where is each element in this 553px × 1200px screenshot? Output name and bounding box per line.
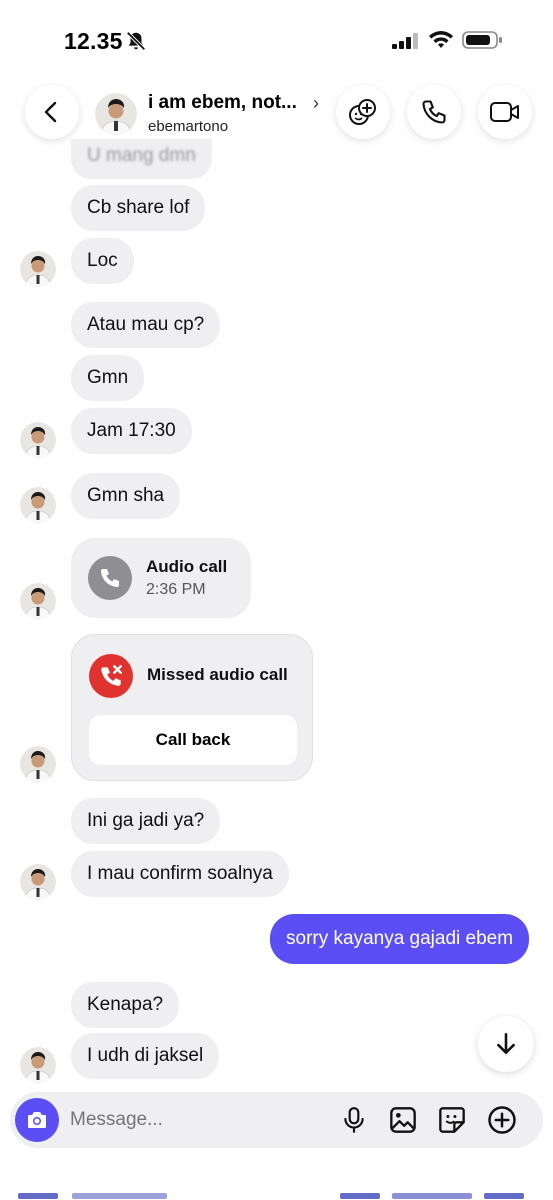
plus-icon bbox=[488, 1106, 516, 1134]
microphone-icon bbox=[344, 1107, 364, 1133]
message-text: Gmn bbox=[87, 367, 129, 388]
call-title: Audio call bbox=[146, 557, 228, 576]
contact-username: ebemartono bbox=[148, 118, 229, 135]
call-time: 2:36 PM bbox=[146, 581, 206, 598]
message-bubble[interactable]: Gmn sha bbox=[71, 473, 181, 519]
message-text: Loc bbox=[87, 250, 118, 271]
back-arrow-icon bbox=[44, 101, 57, 123]
message-bubble[interactable]: Atau mau cp? bbox=[71, 302, 221, 348]
cropped-content-strip bbox=[0, 1188, 553, 1200]
sender-avatar[interactable] bbox=[20, 746, 56, 782]
phone-icon bbox=[422, 100, 446, 124]
message-bubble[interactable]: I mau confirm soalnya bbox=[71, 851, 289, 897]
message-bubble[interactable]: Ini ga jadi ya? bbox=[71, 798, 221, 844]
message-bubble[interactable]: Kenapa? bbox=[71, 982, 180, 1028]
message-bubble[interactable]: Loc bbox=[71, 238, 134, 284]
message-bubble[interactable]: Gmn bbox=[71, 355, 145, 401]
message-text: Ini ga jadi ya? bbox=[87, 810, 205, 831]
chevron-right-icon: › bbox=[313, 93, 319, 113]
missed-call-icon bbox=[89, 654, 133, 698]
camera-icon bbox=[28, 1112, 46, 1128]
message-composer bbox=[10, 1092, 543, 1148]
camera-button[interactable] bbox=[15, 1098, 59, 1142]
message-bubble[interactable]: I udh di jaksel bbox=[71, 1033, 220, 1079]
battery-icon bbox=[462, 30, 504, 55]
sender-avatar[interactable] bbox=[20, 1047, 56, 1083]
wifi-icon bbox=[428, 30, 454, 55]
arrow-down-icon bbox=[497, 1032, 515, 1054]
back-button[interactable] bbox=[25, 85, 79, 139]
message-bubble[interactable]: U mang dmn bbox=[71, 139, 212, 179]
video-call-button[interactable] bbox=[478, 85, 532, 139]
message-text: I udh di jaksel bbox=[87, 1045, 204, 1066]
call-back-button[interactable]: Call back bbox=[89, 715, 297, 765]
sender-avatar[interactable] bbox=[20, 487, 56, 523]
sent-message-bubble[interactable]: sorry kayanya gajadi ebem bbox=[270, 914, 530, 964]
message-bubble[interactable]: Cb share lof bbox=[71, 185, 206, 231]
scroll-to-bottom-button[interactable] bbox=[478, 1016, 534, 1072]
message-text: sorry kayanya gajadi ebem bbox=[286, 928, 514, 949]
video-camera-icon bbox=[490, 102, 519, 122]
message-text: Gmn sha bbox=[87, 485, 165, 506]
signal-icon bbox=[392, 33, 420, 54]
message-text: Cb share lof bbox=[87, 197, 190, 218]
message-text: Jam 17:30 bbox=[87, 420, 176, 441]
sender-avatar[interactable] bbox=[20, 422, 56, 458]
sender-avatar[interactable] bbox=[20, 864, 56, 900]
message-text: Kenapa? bbox=[87, 994, 164, 1015]
effects-button[interactable] bbox=[336, 85, 390, 139]
audio-call-card[interactable]: Audio call 2:36 PM bbox=[71, 538, 251, 618]
audio-call-button[interactable] bbox=[407, 85, 461, 139]
message-bubble[interactable]: Jam 17:30 bbox=[71, 408, 192, 454]
gallery-button[interactable] bbox=[387, 1104, 419, 1136]
sticker-icon bbox=[439, 1107, 465, 1133]
contact-avatar[interactable] bbox=[95, 93, 137, 135]
message-input[interactable] bbox=[70, 1092, 320, 1148]
message-text: U mang dmn bbox=[87, 145, 196, 166]
message-text: Atau mau cp? bbox=[87, 314, 205, 335]
microphone-button[interactable] bbox=[338, 1104, 370, 1136]
message-text: I mau confirm soalnya bbox=[87, 863, 273, 884]
status-time: 12.35 bbox=[64, 28, 123, 54]
add-button[interactable] bbox=[486, 1104, 518, 1136]
missed-call-title: Missed audio call bbox=[147, 665, 288, 684]
bell-muted-icon bbox=[125, 30, 147, 57]
contact-name[interactable]: i am ebem, not... bbox=[148, 92, 297, 114]
gallery-icon bbox=[390, 1107, 416, 1133]
sender-avatar[interactable] bbox=[20, 251, 56, 287]
phone-icon bbox=[88, 556, 132, 600]
sender-avatar[interactable] bbox=[20, 583, 56, 619]
missed-call-card: Missed audio call Call back bbox=[71, 634, 313, 781]
sticker-button[interactable] bbox=[436, 1104, 468, 1136]
effects-icon bbox=[349, 99, 376, 125]
status-bar: 12.35 bbox=[0, 0, 553, 80]
